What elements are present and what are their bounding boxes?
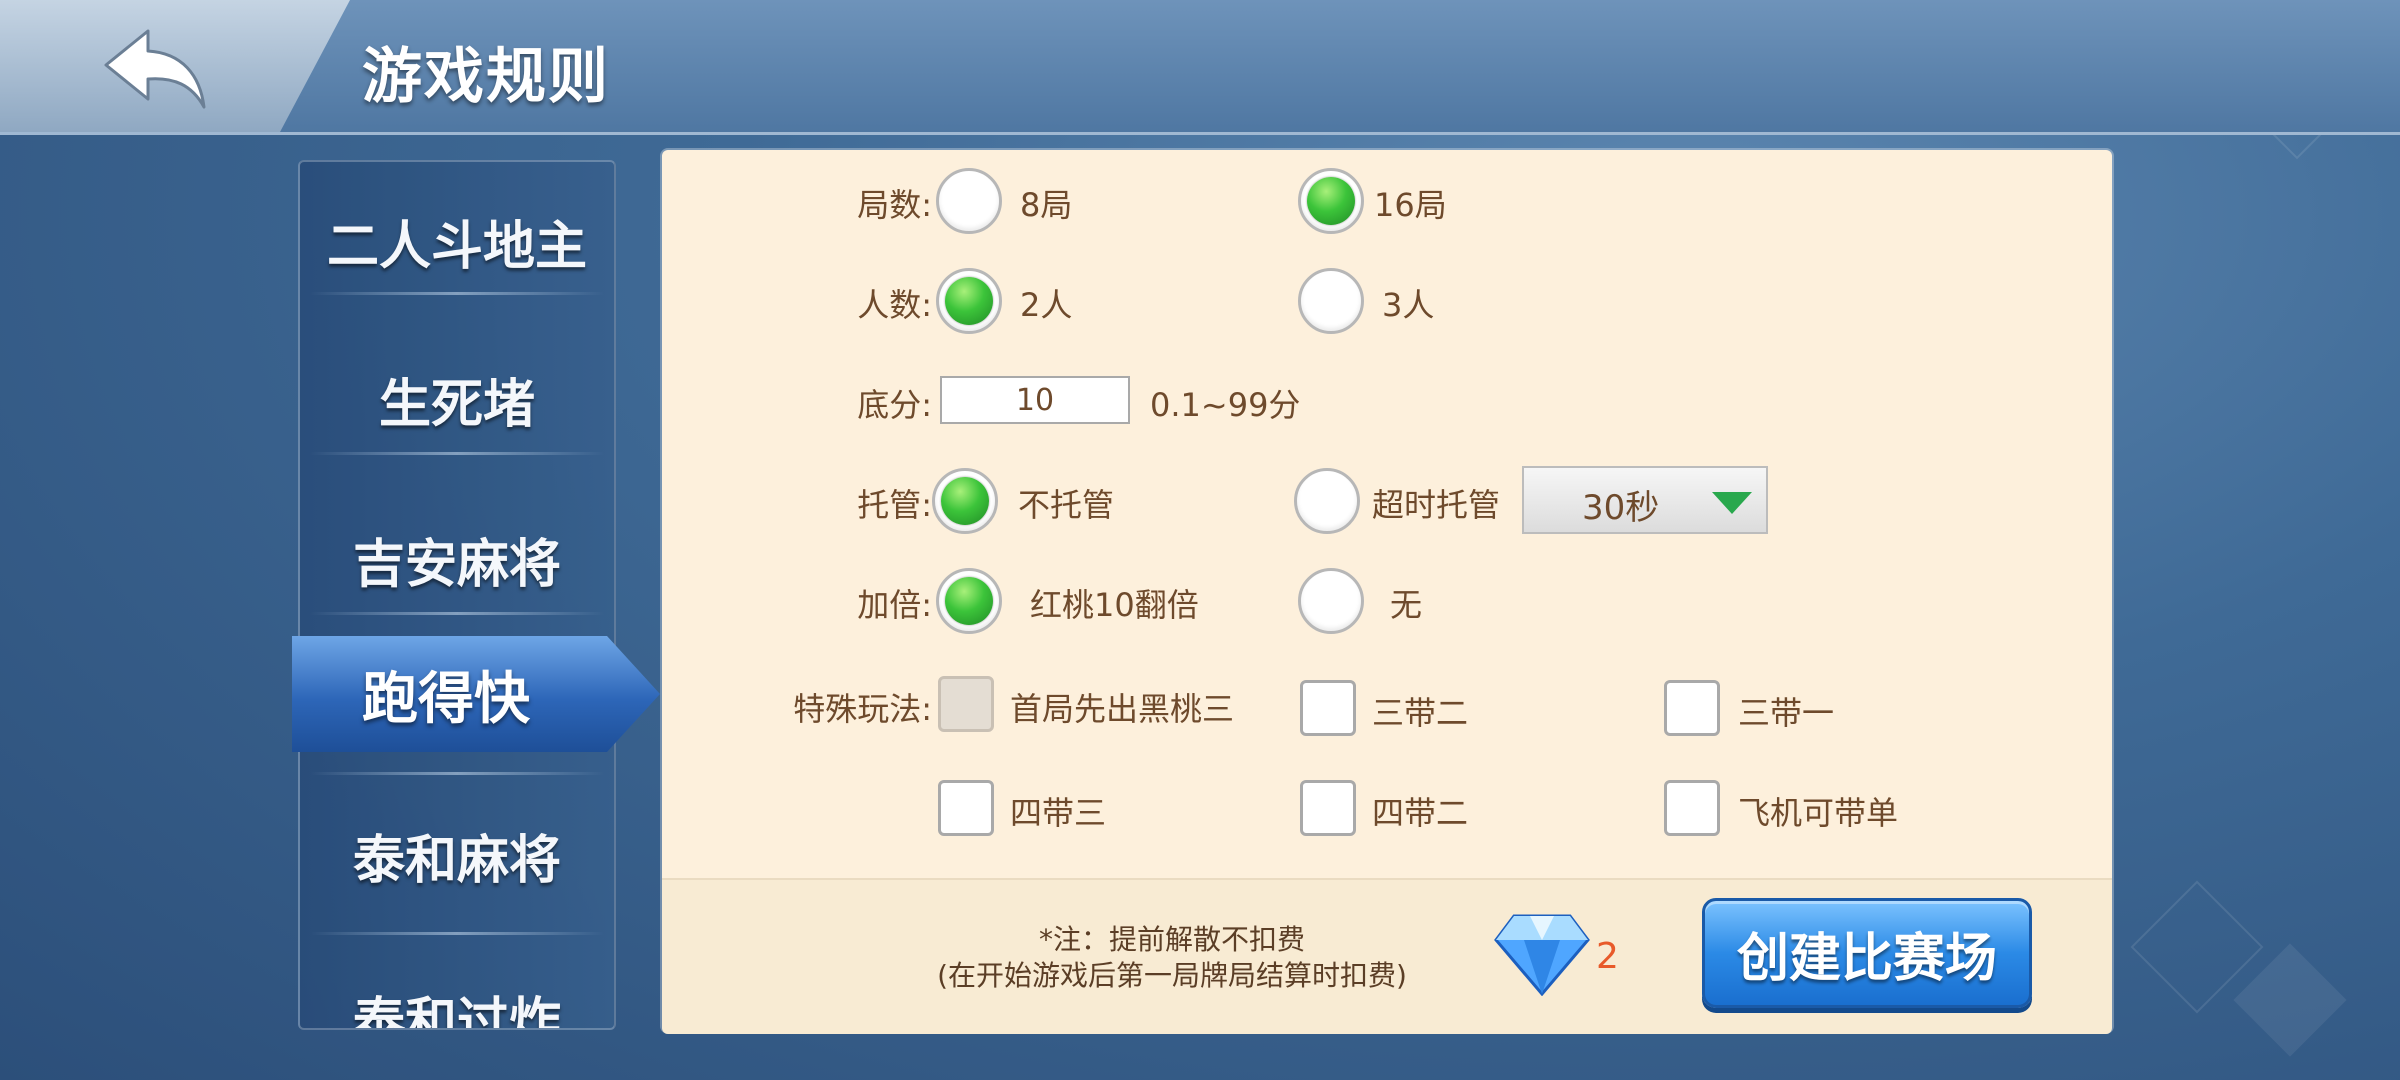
sidebar-divider bbox=[310, 772, 604, 775]
no-double-label: 无 bbox=[1390, 586, 1423, 624]
sidebar-item-erren-doudizhu[interactable]: 二人斗地主 bbox=[300, 162, 614, 320]
timeout-auto-play-radio[interactable] bbox=[1294, 468, 1360, 534]
rounds-8-radio[interactable] bbox=[936, 168, 1002, 234]
four-with-two-checkbox[interactable] bbox=[1300, 780, 1356, 836]
hearts10-double-label: 红桃10翻倍 bbox=[1030, 586, 1199, 624]
double-label: 加倍: bbox=[857, 586, 932, 624]
rounds-8-label: 8局 bbox=[1020, 186, 1073, 224]
players-3-label: 3人 bbox=[1382, 286, 1435, 324]
fee-note-line1: *注：提前解散不扣费 bbox=[1038, 923, 1305, 956]
sidebar-item-taihe-majiang[interactable]: 泰和麻将 bbox=[300, 776, 614, 934]
diamond-icon bbox=[1494, 914, 1590, 996]
fee-note-line2: (在开始游戏后第一局牌局结算时扣费) bbox=[937, 959, 1407, 992]
three-with-one-checkbox[interactable] bbox=[1664, 680, 1720, 736]
back-button[interactable] bbox=[0, 0, 350, 132]
create-match-button[interactable]: 创建比赛场 bbox=[1702, 898, 2032, 1008]
plane-with-single-checkbox[interactable] bbox=[1664, 780, 1720, 836]
sidebar-divider bbox=[310, 612, 604, 615]
header-bar: 游戏规则 bbox=[0, 0, 2400, 135]
dropdown-arrow-icon bbox=[1712, 492, 1752, 514]
rules-panel: 局数: 8局 16局 人数: 2人 3人 底分: 0.1~99分 托管: 不托管… bbox=[662, 150, 2112, 1034]
four-with-three-checkbox[interactable] bbox=[938, 780, 994, 836]
timeout-auto-play-label: 超时托管 bbox=[1372, 486, 1501, 524]
no-double-radio[interactable] bbox=[1298, 568, 1364, 634]
back-arrow-icon bbox=[104, 29, 206, 109]
special-label: 特殊玩法: bbox=[793, 690, 932, 728]
rounds-label: 局数: bbox=[857, 186, 932, 224]
timeout-dropdown[interactable]: 30秒 bbox=[1522, 466, 1768, 534]
three-with-two-label: 三带二 bbox=[1372, 694, 1469, 732]
four-with-three-label: 四带三 bbox=[1010, 794, 1107, 832]
players-3-radio[interactable] bbox=[1298, 268, 1364, 334]
four-with-two-label: 四带二 bbox=[1372, 794, 1469, 832]
plane-with-single-label: 飞机可带单 bbox=[1738, 794, 1899, 832]
players-2-label: 2人 bbox=[1020, 286, 1073, 324]
hearts10-double-radio[interactable] bbox=[936, 568, 1002, 634]
timeout-value: 30秒 bbox=[1582, 488, 1660, 528]
page-title: 游戏规则 bbox=[362, 42, 610, 112]
three-with-one-label: 三带一 bbox=[1738, 694, 1835, 732]
base-score-hint: 0.1~99分 bbox=[1150, 386, 1301, 424]
sidebar-divider bbox=[310, 932, 604, 935]
sidebar-item-taihe-guozha[interactable]: 泰和过炸 bbox=[300, 938, 614, 1029]
sidebar-divider bbox=[310, 292, 604, 295]
players-label: 人数: bbox=[857, 286, 932, 324]
bg-diamond-deco bbox=[2233, 943, 2347, 1057]
no-auto-play-label: 不托管 bbox=[1018, 486, 1115, 524]
auto-play-label: 托管: bbox=[857, 486, 932, 524]
sidebar-item-paodekuai[interactable]: 跑得快 bbox=[292, 636, 660, 752]
three-with-two-checkbox[interactable] bbox=[1300, 680, 1356, 736]
no-auto-play-radio[interactable] bbox=[932, 468, 998, 534]
players-2-radio[interactable] bbox=[936, 268, 1002, 334]
first-spade3-checkbox[interactable] bbox=[938, 676, 994, 732]
diamond-cost: 2 bbox=[1596, 936, 1619, 977]
sidebar-divider bbox=[310, 452, 604, 455]
rounds-16-radio[interactable] bbox=[1298, 168, 1364, 234]
first-spade3-label: 首局先出黑桃三 bbox=[1010, 690, 1235, 728]
game-list-sidebar[interactable]: 二人斗地主 生死堵 吉安麻将 泰和麻将 泰和过炸 bbox=[298, 160, 616, 1030]
base-score-label: 底分: bbox=[857, 386, 932, 424]
rounds-16-label: 16局 bbox=[1374, 186, 1447, 224]
base-score-input[interactable] bbox=[940, 376, 1130, 424]
